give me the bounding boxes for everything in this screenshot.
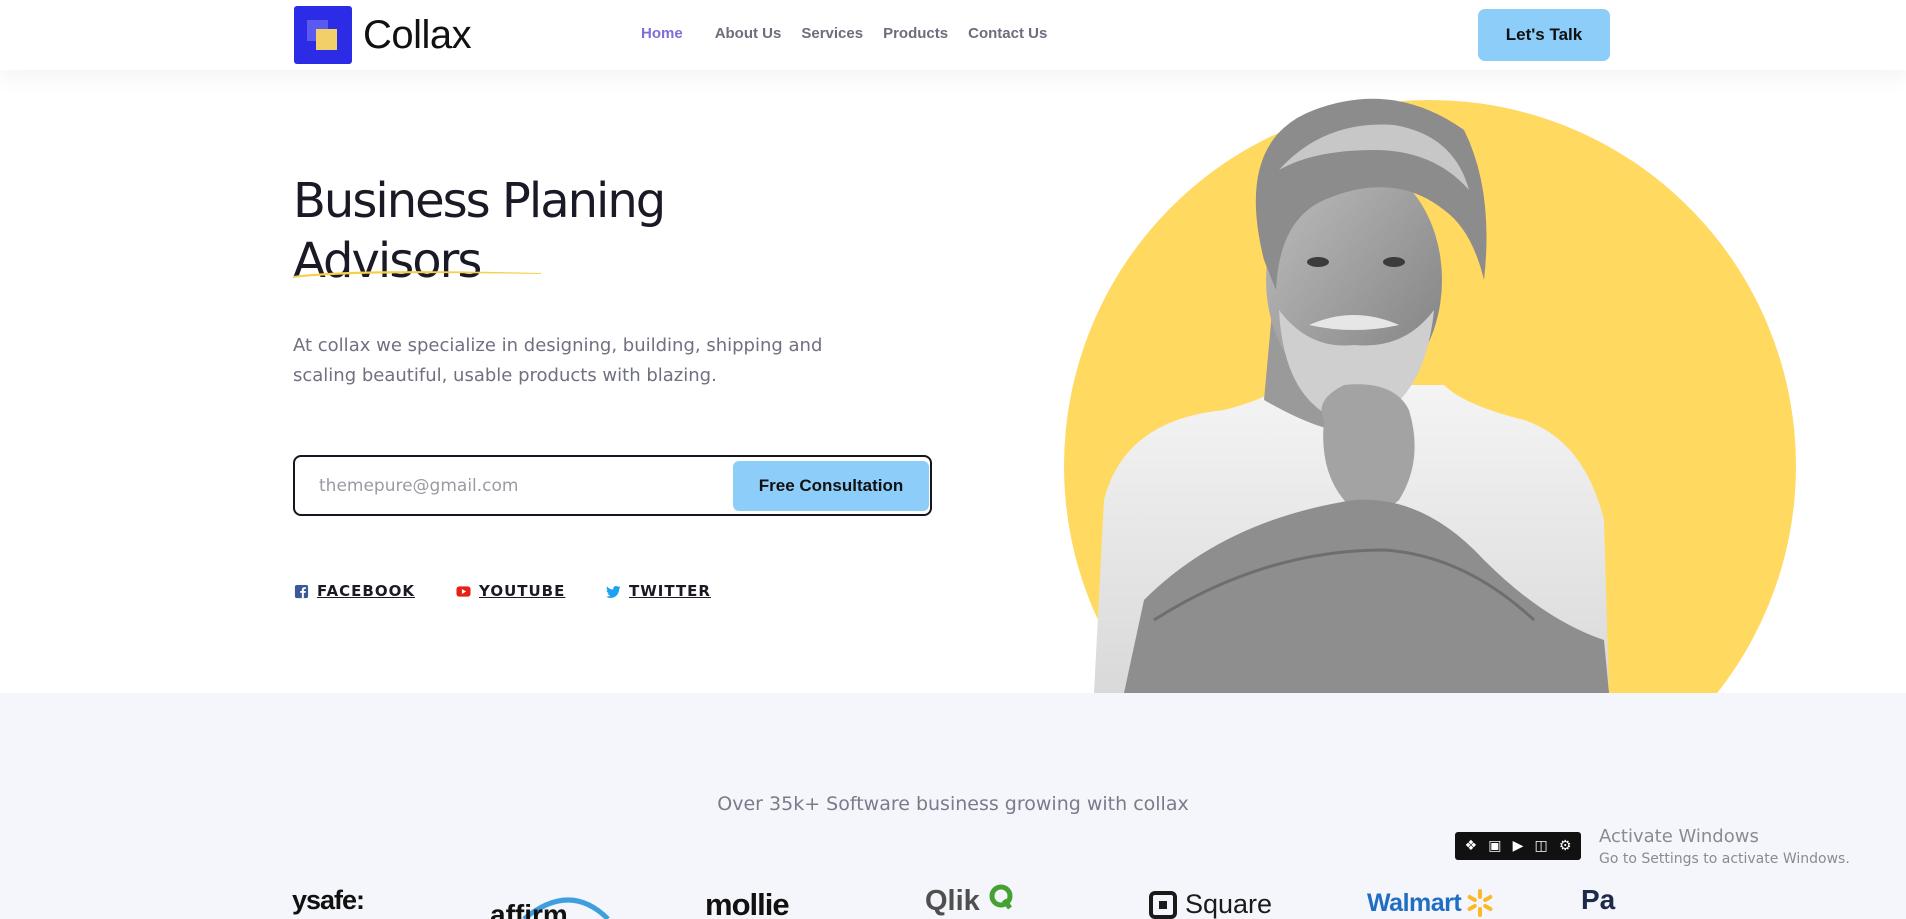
nav-item-home[interactable]: Home <box>641 25 683 42</box>
brand-logo-affirm: affirm <box>490 887 610 919</box>
video-icon[interactable]: ▶ <box>1513 838 1524 854</box>
email-input[interactable] <box>319 471 719 501</box>
logo-mark-icon <box>294 6 352 64</box>
hero-subtitle: At collax we specialize in designing, bu… <box>293 335 823 386</box>
brand-logo-mollie: mollie <box>705 887 790 919</box>
window-icon[interactable]: ◫ <box>1535 838 1548 854</box>
partners-section: Over 35k+ Software business growing with… <box>0 693 1906 919</box>
qlik-q-icon <box>989 884 1013 910</box>
youtube-icon <box>456 585 471 597</box>
nav-item-about[interactable]: About Us <box>715 25 782 42</box>
activate-title: Activate Windows <box>1599 826 1759 847</box>
hero-portrait-image <box>1094 98 1609 693</box>
social-label-facebook: FACEBOOK <box>317 582 415 600</box>
site-header: Collax Home About Us Services Products C… <box>0 0 1906 70</box>
pin-icon[interactable]: ❖ <box>1465 838 1478 854</box>
social-label-twitter: TWITTER <box>629 582 711 600</box>
brand-name: Collax <box>363 12 472 57</box>
screen-capture-toolbar[interactable]: ❖ ▣ ▶ ◫ ⚙ <box>1455 832 1581 860</box>
social-label-youtube: YOUTUBE <box>479 582 566 600</box>
nav-item-services[interactable]: Services <box>801 25 863 42</box>
brand-logo-qlik: Qlik <box>925 885 980 917</box>
activate-subtitle: Go to Settings to activate Windows. <box>1599 851 1850 867</box>
facebook-icon <box>294 584 309 598</box>
brand-logo-paysafe: ysafe: <box>292 885 365 915</box>
social-link-facebook[interactable]: FACEBOOK <box>294 582 415 600</box>
brand-logo[interactable]: Collax <box>294 6 472 64</box>
gear-icon[interactable]: ⚙ <box>1559 838 1572 854</box>
free-consultation-button[interactable]: Free Consultation <box>733 461 929 511</box>
hero-title-line-1: Business Planing <box>293 173 666 229</box>
consultation-form: Free Consultation <box>293 455 932 516</box>
social-link-twitter[interactable]: TWITTER <box>606 582 711 600</box>
twitter-icon <box>606 585 621 598</box>
title-underline-decoration <box>293 271 541 278</box>
nav-item-products[interactable]: Products <box>883 25 948 42</box>
windows-activation-watermark: Activate Windows Go to Settings to activ… <box>1599 826 1850 867</box>
main-nav: Home About Us Services Products Contact … <box>630 25 1047 42</box>
brand-logo-partial: Pa <box>1581 884 1616 915</box>
brand-logo-square: Square <box>1149 889 1272 919</box>
walmart-spark-icon <box>1467 889 1493 917</box>
social-link-youtube[interactable]: YOUTUBE <box>456 582 565 600</box>
square-logo-icon <box>1149 890 1177 919</box>
hero-title-line-2: Advisors <box>293 233 482 289</box>
nav-item-contact[interactable]: Contact Us <box>968 25 1047 42</box>
lets-talk-button[interactable]: Let's Talk <box>1478 9 1610 61</box>
camera-icon[interactable]: ▣ <box>1488 838 1501 854</box>
brand-logo-walmart: Walmart <box>1367 888 1495 918</box>
partners-title: Over 35k+ Software business growing with… <box>717 793 1189 815</box>
